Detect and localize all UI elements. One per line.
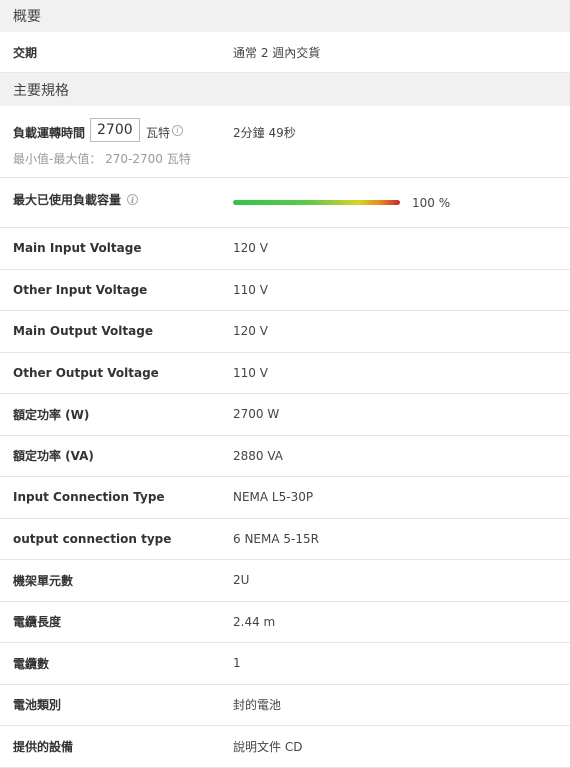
table-row: Input Connection Type NEMA L5-30P bbox=[0, 477, 570, 519]
spec-value: 2U bbox=[233, 573, 250, 588]
table-row: output connection type 6 NEMA 5-15R bbox=[0, 519, 570, 560]
table-row: 電池類別 封的電池 bbox=[0, 685, 570, 726]
info-icon[interactable]: i bbox=[172, 125, 183, 136]
spec-label: 額定功率 (VA) bbox=[13, 449, 94, 464]
table-row: Main Input Voltage 120 V bbox=[0, 228, 570, 270]
spec-label: Main Input Voltage bbox=[13, 241, 142, 256]
section-header-specs: 主要規格 bbox=[0, 73, 570, 106]
runtime-label: 負載運轉時間 bbox=[13, 126, 86, 140]
table-row: 額定功率 (W) 2700 W bbox=[0, 394, 570, 436]
table-row: Other Input Voltage 110 V bbox=[0, 270, 570, 311]
spec-value: 110 V bbox=[233, 282, 268, 297]
spec-label: 電纜長度 bbox=[13, 615, 62, 630]
section-title-specs: 主要規格 bbox=[13, 82, 69, 99]
spec-value: 通常 2 週內交貨 bbox=[233, 45, 321, 60]
spec-value: 6 NEMA 5-15R bbox=[233, 531, 319, 546]
runtime-unit: 瓦特 bbox=[146, 126, 171, 140]
spec-table: Main Input Voltage 120 V Other Input Volta… bbox=[0, 228, 570, 768]
max-load-label: 最大已使用負載容量 i bbox=[13, 191, 139, 208]
spec-value: NEMA L5-30P bbox=[233, 490, 314, 505]
spec-row-max-load: 最大已使用負載容量 i 100 % bbox=[0, 178, 570, 228]
spec-value: 2880 VA bbox=[233, 448, 284, 463]
runtime-result: 2分鐘 49秒 bbox=[233, 126, 296, 140]
spec-label: 電纜數 bbox=[13, 656, 50, 671]
spec-row-delivery: 交期 通常 2 週內交貨 bbox=[0, 32, 570, 73]
spec-value: 120 V bbox=[233, 324, 268, 339]
table-row: Main Output Voltage 120 V bbox=[0, 311, 570, 353]
spec-label: output connection type bbox=[13, 531, 172, 546]
table-row: Other Output Voltage 110 V bbox=[0, 353, 570, 394]
table-row: 提供的設備 說明文件 CD bbox=[0, 726, 570, 768]
spec-value: 1 bbox=[233, 656, 241, 671]
load-capacity-bar bbox=[233, 200, 400, 205]
section-title-overview: 概要 bbox=[13, 9, 41, 25]
spec-label: Other Output Voltage bbox=[13, 365, 159, 380]
max-load-label-text: 最大已使用負載容量 bbox=[13, 193, 122, 207]
spec-label: 電池類別 bbox=[13, 698, 62, 713]
info-icon[interactable]: i bbox=[127, 194, 139, 205]
spec-value: 110 V bbox=[233, 365, 268, 380]
spec-label: 提供的設備 bbox=[13, 739, 74, 754]
spec-label: 交期 bbox=[13, 45, 38, 60]
table-row: 機架單元數 2U bbox=[0, 560, 570, 602]
table-row: 額定功率 (VA) 2880 VA bbox=[0, 436, 570, 477]
spec-value: 2700 W bbox=[233, 407, 280, 422]
section-header-overview: 概要 bbox=[0, 0, 570, 32]
table-row: 電纜數 1 bbox=[0, 643, 570, 685]
spec-label: 機架單元數 bbox=[13, 573, 74, 588]
spec-row-runtime: 負載運轉時間 瓦特 i 最小值-最大值： 270-2700 瓦特 2分鐘 49秒 bbox=[0, 106, 570, 178]
spec-value: 2.44 m bbox=[233, 614, 276, 629]
load-input[interactable] bbox=[90, 118, 140, 142]
spec-value: 120 V bbox=[233, 241, 268, 256]
table-row: 電纜長度 2.44 m bbox=[0, 602, 570, 643]
spec-label: Input Connection Type bbox=[13, 490, 165, 505]
spec-value: 封的電池 bbox=[233, 698, 282, 713]
spec-label: Main Output Voltage bbox=[13, 324, 153, 339]
runtime-range-hint: 最小值-最大值： 270-2700 瓦特 bbox=[13, 152, 191, 166]
spec-value: 說明文件 CD bbox=[233, 739, 303, 754]
spec-label: Other Input Voltage bbox=[13, 282, 148, 297]
spec-label: 額定功率 (W) bbox=[13, 407, 90, 422]
max-load-percent: 100 % bbox=[412, 196, 451, 210]
